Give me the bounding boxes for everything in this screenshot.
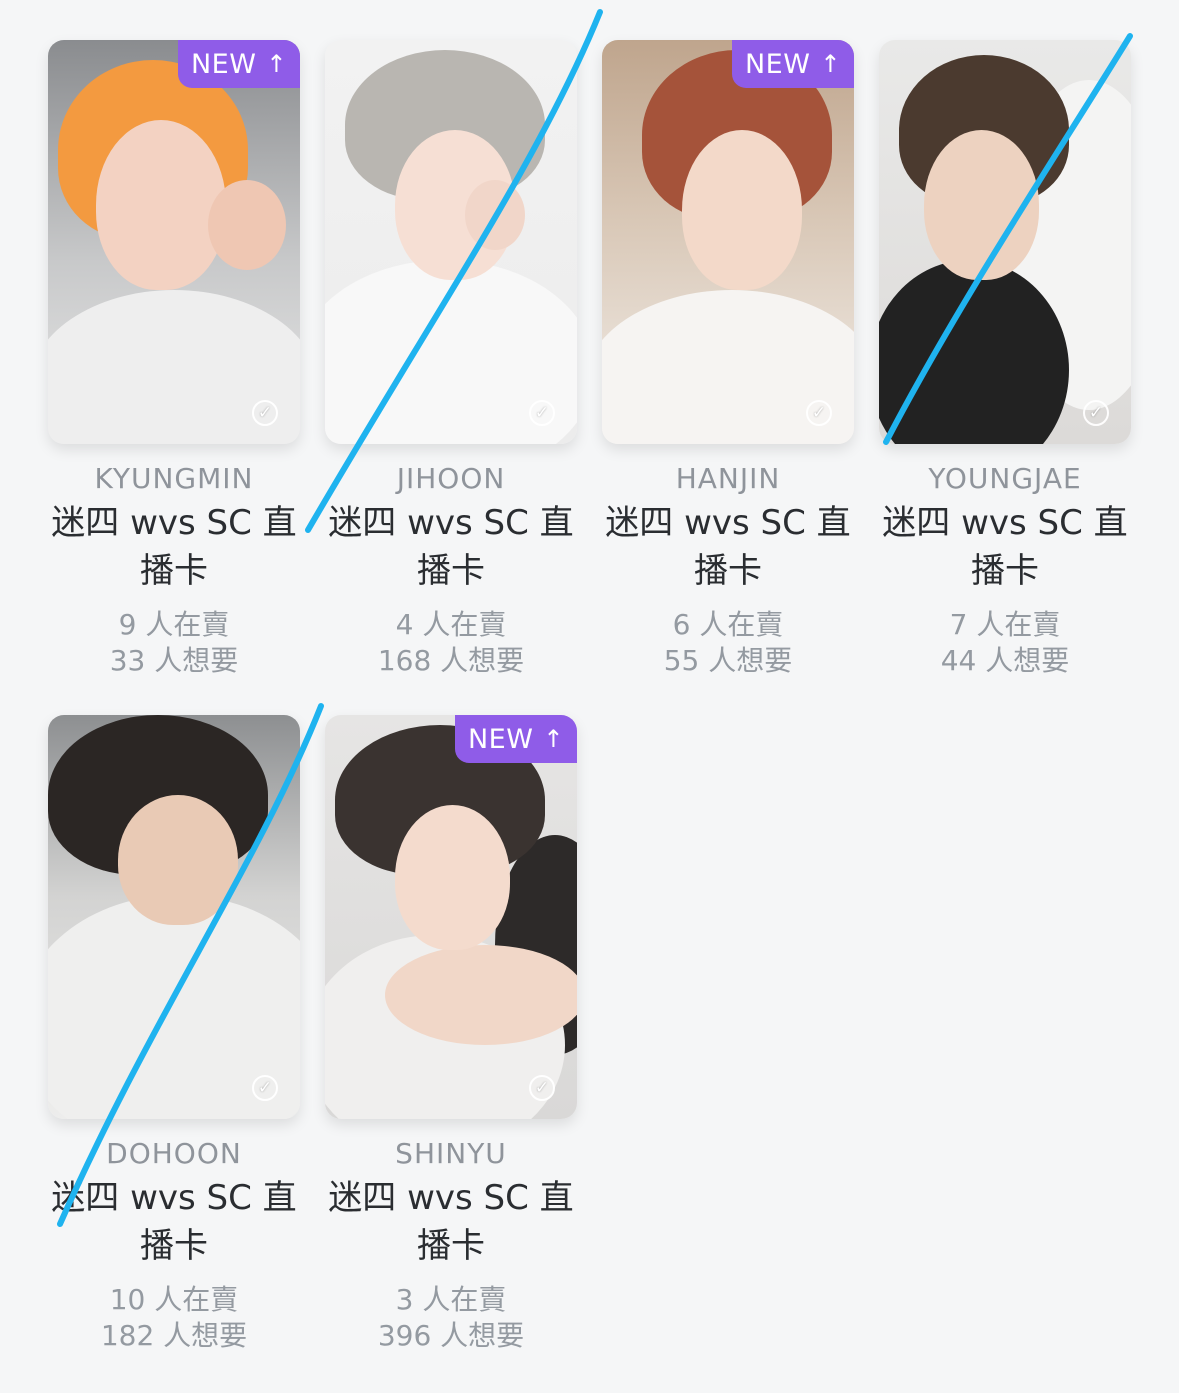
sellers-count: 6 人在賣 [672,608,784,641]
arrow-up-icon: ↑ [820,50,842,78]
card-title: 迷四 wvs SC 直播卡 [605,503,851,591]
member-name: KYUNGMIN [94,462,254,495]
member-name: SHINYU [395,1137,507,1170]
check-circle-icon[interactable]: ✓ [806,400,832,426]
new-badge: NEW ↑ [455,715,577,763]
member-name: YOUNGJAE [928,462,1082,495]
new-badge-label: NEW [190,48,257,80]
photocard-image[interactable]: ✓ [48,715,300,1119]
check-circle-icon[interactable]: ✓ [252,400,278,426]
new-badge-label: NEW [744,48,811,80]
photocard-image[interactable]: NEW ↑ ✓ [602,40,854,444]
wants-count: 168 人想要 [377,644,525,677]
card-title: 迷四 wvs SC 直播卡 [882,503,1128,591]
photocard-item[interactable]: NEW ↑ ✓ HANJIN 迷四 wvs SC 直播卡 6 人在賣 55 人想… [602,40,854,679]
arrow-up-icon: ↑ [543,725,565,753]
photocard-item[interactable]: ✓ JIHOON 迷四 wvs SC 直播卡 4 人在賣 168 人想要 [325,40,577,679]
new-badge: NEW ↑ [178,40,300,88]
photocard-image[interactable]: NEW ↑ ✓ [325,715,577,1119]
photocard-image[interactable]: ✓ [879,40,1131,444]
new-badge: NEW ↑ [732,40,854,88]
wants-count: 55 人想要 [663,644,793,677]
member-name: JIHOON [396,462,506,495]
new-badge-label: NEW [467,723,534,755]
check-circle-icon[interactable]: ✓ [529,1075,555,1101]
card-title: 迷四 wvs SC 直播卡 [51,1178,297,1266]
member-name: HANJIN [675,462,781,495]
card-title: 迷四 wvs SC 直播卡 [328,1178,574,1266]
photocard-item[interactable]: ✓ DOHOON 迷四 wvs SC 直播卡 10 人在賣 182 人想要 [48,715,300,1354]
photocard-item[interactable]: NEW ↑ ✓ KYUNGMIN 迷四 wvs SC 直播卡 9 人在賣 33 … [48,40,300,679]
check-circle-icon[interactable]: ✓ [252,1075,278,1101]
photocard-image[interactable]: NEW ↑ ✓ [48,40,300,444]
check-circle-icon[interactable]: ✓ [529,400,555,426]
wants-count: 44 人想要 [940,644,1070,677]
photocard-item[interactable]: NEW ↑ ✓ SHINYU 迷四 wvs SC 直播卡 3 人在賣 396 人… [325,715,577,1354]
check-circle-icon[interactable]: ✓ [1083,400,1109,426]
photocard-image[interactable]: ✓ [325,40,577,444]
photocard-item[interactable]: ✓ YOUNGJAE 迷四 wvs SC 直播卡 7 人在賣 44 人想要 [879,40,1131,679]
sellers-count: 9 人在賣 [118,608,230,641]
sellers-count: 7 人在賣 [949,608,1061,641]
sellers-count: 10 人在賣 [109,1283,239,1316]
wants-count: 33 人想要 [109,644,239,677]
member-name: DOHOON [106,1137,242,1170]
card-title: 迷四 wvs SC 直播卡 [51,503,297,591]
sellers-count: 3 人在賣 [395,1283,507,1316]
card-title: 迷四 wvs SC 直播卡 [328,503,574,591]
wants-count: 182 人想要 [100,1319,248,1352]
wants-count: 396 人想要 [377,1319,525,1352]
sellers-count: 4 人在賣 [395,608,507,641]
arrow-up-icon: ↑ [266,50,288,78]
